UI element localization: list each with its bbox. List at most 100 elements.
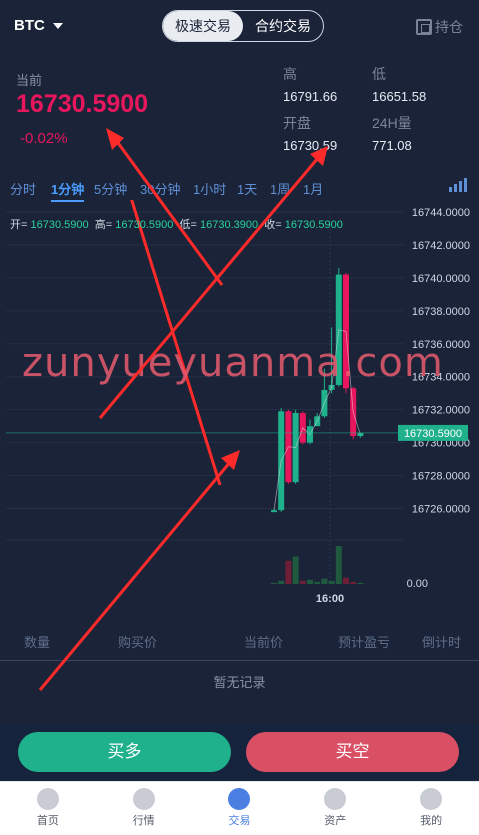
period-1month[interactable]: 1月 bbox=[303, 179, 323, 198]
tab-label: 首页 bbox=[36, 815, 59, 827]
volume-bar bbox=[343, 577, 349, 584]
positions-table-header: 数量 购买价 当前价 预计盈亏 倒计时 bbox=[0, 632, 479, 652]
stat-volume-value: 771.08 bbox=[372, 138, 412, 153]
stat-high-value: 16791.66 bbox=[283, 89, 338, 104]
period-selector: 分时 1分钟 5分钟 30分钟 1小时 1天 1周 1月 bbox=[0, 176, 479, 202]
tab-trade[interactable]: 交易 bbox=[192, 782, 288, 835]
ohlc-close-label: 收= bbox=[264, 219, 282, 231]
price-change: -0.02% bbox=[20, 130, 68, 147]
tab-assets[interactable]: 资产 bbox=[287, 782, 383, 835]
empty-state: 暂无记录 bbox=[213, 675, 266, 690]
ohlc-readout: 开= 16730.5900 高= 16730.5900 低= 16730.390… bbox=[10, 216, 343, 232]
tab-home[interactable]: 首页 bbox=[0, 782, 96, 835]
ohlc-low-value: 16730.3900 bbox=[200, 219, 259, 231]
mode-segmented-control: 极速交易 合约交易 bbox=[162, 10, 324, 42]
period-1day[interactable]: 1天 bbox=[237, 179, 257, 198]
ohlc-open-label: 开= bbox=[10, 219, 28, 231]
x-tick-label: 16:00 bbox=[316, 593, 344, 605]
kline-svg: 16744.0000 16742.0000 16740.0000 16738.0000… bbox=[6, 200, 470, 605]
ohlc-high-value: 16730.5900 bbox=[115, 219, 174, 231]
period-30min[interactable]: 30分钟 bbox=[140, 179, 180, 198]
column-header: 当前价 bbox=[244, 635, 284, 650]
stat-high-label: 高 bbox=[283, 66, 297, 82]
volume-bar bbox=[285, 560, 292, 584]
volume-bar bbox=[335, 546, 342, 584]
current-label: 当前 bbox=[16, 73, 43, 88]
column-header: 购买价 bbox=[118, 635, 158, 650]
buy-short-button[interactable]: 买空 bbox=[246, 732, 459, 772]
y-tick-label: 16744.0000 bbox=[412, 207, 470, 219]
volume-bar bbox=[271, 582, 277, 584]
tab-mine[interactable]: 我的 bbox=[383, 782, 479, 835]
user-icon bbox=[420, 788, 443, 810]
y-tick-label: 16732.0000 bbox=[412, 405, 470, 417]
volume-bar bbox=[314, 581, 321, 584]
ohlc-high-label: 高= bbox=[94, 219, 113, 231]
tab-contract-trade[interactable]: 合约交易 bbox=[243, 11, 323, 41]
chevron-down-icon bbox=[52, 23, 63, 30]
volume-tick-label: 0.00 bbox=[407, 578, 428, 590]
volume-bar bbox=[278, 580, 285, 584]
period-5min[interactable]: 5分钟 bbox=[94, 179, 127, 198]
stat-low-label: 低 bbox=[372, 66, 386, 82]
kline-chart[interactable]: 16744.0000 16742.0000 16740.0000 16738.0000… bbox=[0, 200, 479, 610]
period-timeshare[interactable]: 分时 bbox=[10, 179, 36, 198]
y-tick-label: 16728.0000 bbox=[412, 471, 470, 483]
volume-bar bbox=[328, 580, 335, 584]
market-icon bbox=[132, 788, 155, 810]
period-1hour[interactable]: 1小时 bbox=[193, 179, 226, 198]
buy-long-button[interactable]: 买多 bbox=[18, 732, 231, 772]
wallet-icon bbox=[324, 788, 347, 810]
y-tick-label: 16736.0000 bbox=[412, 339, 470, 351]
stat-open-value: 16730.59 bbox=[283, 138, 338, 153]
volume-bar bbox=[321, 578, 328, 584]
candle-body bbox=[271, 510, 277, 513]
volume-bar bbox=[299, 580, 306, 584]
tab-market[interactable]: 行情 bbox=[96, 782, 192, 835]
stat-open: 开盘 16730.59 bbox=[283, 113, 337, 153]
trade-icon bbox=[228, 788, 251, 810]
indicator-icon[interactable] bbox=[449, 178, 467, 192]
positions-icon bbox=[416, 19, 432, 35]
y-tick-label: 16726.0000 bbox=[412, 504, 470, 516]
stat-low-value: 16651.58 bbox=[372, 89, 427, 104]
tab-label: 行情 bbox=[132, 815, 155, 827]
divider bbox=[0, 660, 479, 661]
column-header: 数量 bbox=[24, 635, 51, 650]
volume-bar bbox=[307, 579, 313, 584]
hold-label: 持仓 bbox=[435, 19, 463, 35]
stat-volume-label: 24H量 bbox=[372, 115, 412, 131]
hold-positions-button[interactable]: 持仓 bbox=[416, 17, 463, 37]
volume-bar bbox=[350, 581, 357, 584]
y-tick-label: 16734.0000 bbox=[412, 372, 470, 384]
tab-label: 我的 bbox=[420, 815, 443, 827]
volume-bar bbox=[292, 556, 299, 584]
stat-low: 低 16651.58 bbox=[372, 64, 426, 104]
tab-label: 交易 bbox=[228, 815, 251, 827]
coin-label: BTC bbox=[14, 17, 45, 34]
coin-selector[interactable]: BTC bbox=[14, 17, 63, 34]
column-header: 倒计时 bbox=[422, 635, 462, 650]
ohlc-low-label: 低= bbox=[179, 219, 197, 231]
last-price-label: 16730.5900 bbox=[404, 428, 462, 440]
y-tick-label: 16742.0000 bbox=[412, 240, 470, 252]
home-icon bbox=[36, 788, 59, 810]
tab-label: 资产 bbox=[324, 815, 347, 827]
column-header: 预计盈亏 bbox=[338, 635, 391, 650]
period-1week[interactable]: 1周 bbox=[270, 179, 290, 198]
stat-volume: 24H量 771.08 bbox=[372, 113, 412, 153]
price-panel: 当前 16730.5900 -0.02% 高 16791.66 低 16651.… bbox=[0, 52, 479, 164]
ohlc-close-value: 16730.5900 bbox=[284, 219, 343, 231]
stat-high: 高 16791.66 bbox=[283, 64, 337, 104]
current-price: 16730.5900 bbox=[16, 90, 149, 118]
period-1min[interactable]: 1分钟 bbox=[51, 179, 85, 202]
ohlc-open-value: 16730.5900 bbox=[30, 219, 89, 231]
tab-fast-trade[interactable]: 极速交易 bbox=[163, 11, 243, 41]
bottom-tab-bar: 首页 行情 交易 资产 我的 bbox=[0, 781, 479, 835]
y-tick-label: 16740.0000 bbox=[412, 273, 470, 285]
stat-open-label: 开盘 bbox=[283, 115, 311, 131]
trade-actions: 买多 买空 bbox=[0, 724, 479, 780]
volume-bar bbox=[357, 582, 364, 584]
y-tick-label: 16738.0000 bbox=[412, 306, 470, 318]
top-bar: BTC 极速交易 合约交易 持仓 bbox=[0, 0, 479, 52]
